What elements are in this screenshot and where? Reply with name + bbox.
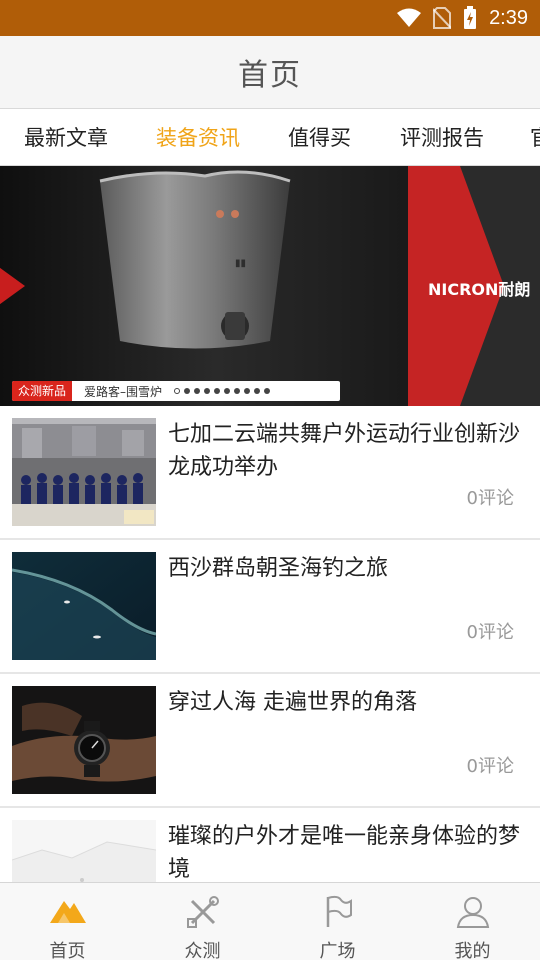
- nav-crowd-test[interactable]: 众测: [135, 883, 270, 962]
- carousel-dot[interactable]: [184, 388, 191, 394]
- tab-worth-buying[interactable]: 值得买: [288, 110, 351, 165]
- news-item[interactable]: 七加二云端共舞户外运动行业创新沙龙成功举办 0评论: [0, 406, 540, 540]
- carousel-dot[interactable]: [204, 388, 211, 394]
- status-time: 2:39: [489, 6, 528, 29]
- title-bar: 首页: [0, 36, 540, 109]
- nav-home-label: 首页: [49, 941, 86, 962]
- nav-crowd-test-label: 众测: [184, 941, 221, 962]
- person-icon: [456, 897, 489, 928]
- banner-caption: 爱路客–围雪炉: [84, 384, 163, 399]
- carousel-dot[interactable]: [264, 388, 271, 394]
- news-comment-count: 0评论: [466, 622, 514, 643]
- status-bar: 2:39: [0, 0, 540, 36]
- nav-plaza-label: 广场: [319, 941, 356, 962]
- wifi-icon: [397, 8, 422, 27]
- news-title: 西沙群岛朝圣海钓之旅: [168, 556, 389, 581]
- battery-charging-icon: [464, 6, 477, 29]
- tab-review-reports[interactable]: 评测报告: [400, 110, 484, 165]
- nav-home[interactable]: 首页: [0, 883, 135, 962]
- tab-official[interactable]: 官: [530, 110, 540, 165]
- news-thumbnail-ocean-aerial: [12, 552, 156, 660]
- carousel-dot[interactable]: [214, 388, 221, 394]
- news-comment-count: 0评论: [466, 756, 514, 777]
- nav-mine-label: 我的: [454, 941, 491, 962]
- news-list: 七加二云端共舞户外运动行业创新沙龙成功举办 0评论 西沙群岛朝圣海钓之旅 0评论: [0, 406, 540, 942]
- carousel-dot[interactable]: [234, 388, 241, 394]
- home-mountain-icon: [49, 901, 86, 923]
- bottom-navigation: 首页 众测 广场 我的: [0, 882, 540, 962]
- banner-carousel[interactable]: ▮▮ NICRON耐朗 众测新品 爱路客–围雪炉: [0, 166, 540, 406]
- nav-plaza[interactable]: 广场: [270, 883, 405, 962]
- banner-caption-bar: 众测新品 爱路客–围雪炉: [12, 381, 340, 401]
- category-tabs: 最新文章 装备资讯 值得买 评测报告 官: [0, 110, 540, 166]
- carousel-dot[interactable]: [244, 388, 251, 394]
- carousel-dot[interactable]: [174, 388, 181, 394]
- news-title: 七加二云端共舞户外运动行业创新沙龙成功举办: [168, 422, 521, 480]
- no-sim-icon: [433, 7, 452, 29]
- nav-mine[interactable]: 我的: [405, 883, 540, 962]
- news-thumbnail-wrist-watch: [12, 686, 156, 794]
- flag-icon: [326, 895, 352, 927]
- stove-product-image: ▮▮: [99, 170, 291, 349]
- banner-brand-logo: NICRON耐朗: [428, 280, 531, 299]
- tab-gear-news[interactable]: 装备资讯: [156, 110, 240, 165]
- news-item[interactable]: 西沙群岛朝圣海钓之旅 0评论: [0, 540, 540, 674]
- news-title: 穿过人海 走遍世界的角落: [168, 690, 417, 715]
- news-comment-count: 0评论: [466, 488, 514, 509]
- status-icons: 2:39: [397, 0, 528, 36]
- news-thumbnail-group-photo: [12, 418, 156, 526]
- news-title: 璀璨的户外才是唯一能亲身体验的梦境: [168, 824, 521, 882]
- banner-left-arrow-decoration: [0, 246, 25, 326]
- banner-tag: 众测新品: [12, 381, 73, 401]
- carousel-indicator: [174, 388, 271, 394]
- tools-icon: [186, 896, 219, 928]
- svg-text:▮▮: ▮▮: [235, 258, 246, 269]
- tab-latest[interactable]: 最新文章: [24, 110, 108, 165]
- page-title: 首页: [238, 58, 302, 93]
- news-item[interactable]: 穿过人海 走遍世界的角落 0评论: [0, 674, 540, 808]
- carousel-dot[interactable]: [224, 388, 231, 394]
- carousel-dot[interactable]: [194, 388, 201, 394]
- carousel-dot[interactable]: [254, 388, 261, 394]
